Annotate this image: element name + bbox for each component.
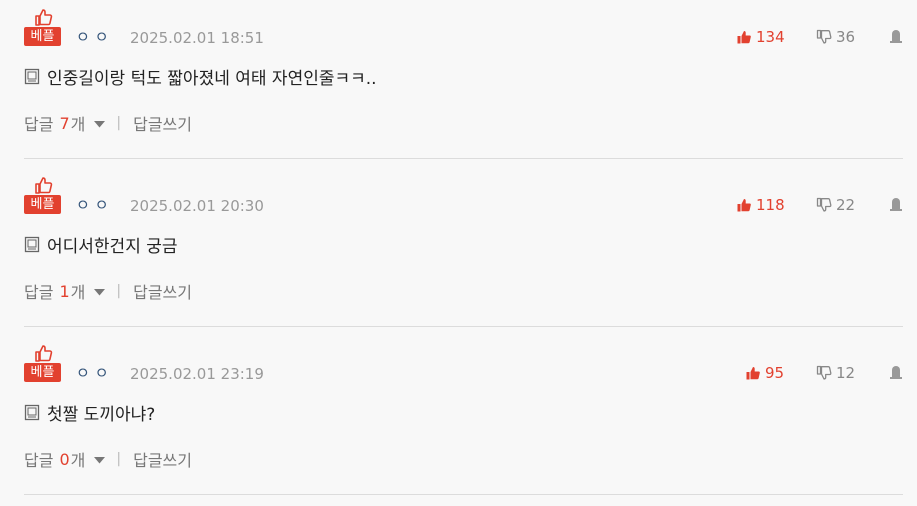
reply-count: 0 xyxy=(59,449,70,469)
thumbs-up-icon xyxy=(35,9,53,26)
reply-row: 답글 0 개 | 답글쓰기 xyxy=(24,447,192,471)
thumbs-up-icon xyxy=(35,345,53,362)
comment-item: 베플 ㅇㅇ 2025.02.01 18:51 134 36 인중길이랑 턱도 짧… xyxy=(0,0,917,168)
upvote-button[interactable]: 95 xyxy=(745,363,784,383)
downvote-count: 22 xyxy=(836,196,856,214)
downvote-count: 36 xyxy=(836,28,856,46)
downvote-icon xyxy=(816,197,832,212)
best-badge-label: 베플 xyxy=(24,363,61,382)
chevron-down-icon xyxy=(94,288,106,295)
comment-timestamp: 2025.02.01 23:19 xyxy=(130,365,264,383)
best-badge-label: 베플 xyxy=(24,27,61,46)
report-icon[interactable] xyxy=(888,197,904,213)
best-comment-badge: 베플 xyxy=(24,343,61,383)
reply-unit: 개 xyxy=(70,451,86,470)
best-comment-badge: 베플 xyxy=(24,7,61,47)
comment-text: 인중길이랑 턱도 짧아졌네 여태 자연인줄ㅋㅋ.. xyxy=(24,64,377,89)
author-nickname[interactable]: ㅇㅇ xyxy=(76,363,114,383)
comment-item: 베플 ㅇㅇ 2025.02.01 23:19 95 12 첫짤 도끼아냐? 답글… xyxy=(0,336,917,504)
divider xyxy=(24,326,903,327)
document-icon xyxy=(24,236,40,252)
reply-count: 7 xyxy=(59,113,70,133)
separator: | xyxy=(116,451,122,467)
chevron-down-icon xyxy=(94,120,106,127)
comment-text: 첫짤 도끼아냐? xyxy=(24,400,156,425)
comment-item: 베플 ㅇㅇ 2025.02.01 20:30 118 22 어디서한건지 궁금 … xyxy=(0,168,917,336)
separator: | xyxy=(116,283,122,299)
upvote-count: 118 xyxy=(756,196,785,214)
downvote-count: 12 xyxy=(836,364,856,382)
reply-unit: 개 xyxy=(70,283,86,302)
divider xyxy=(24,158,903,159)
reply-toggle[interactable]: 답글 7 개 xyxy=(24,111,106,135)
comment-text: 어디서한건지 궁금 xyxy=(24,232,178,257)
best-comment-badge: 베플 xyxy=(24,175,61,215)
report-icon[interactable] xyxy=(888,365,904,381)
reply-label: 답글 xyxy=(24,283,54,302)
upvote-button[interactable]: 118 xyxy=(736,195,785,215)
upvote-count: 95 xyxy=(765,364,785,382)
reply-count: 1 xyxy=(59,281,70,301)
reply-label: 답글 xyxy=(24,115,54,134)
report-icon[interactable] xyxy=(888,29,904,45)
write-reply-button[interactable]: 답글쓰기 xyxy=(133,111,192,135)
comment-content: 어디서한건지 궁금 xyxy=(47,236,178,257)
author-nickname[interactable]: ㅇㅇ xyxy=(76,195,114,215)
best-badge-label: 베플 xyxy=(24,195,61,214)
chevron-down-icon xyxy=(94,456,106,463)
document-icon xyxy=(24,404,40,420)
reply-row: 답글 7 개 | 답글쓰기 xyxy=(24,111,192,135)
upvote-icon xyxy=(737,31,751,44)
upvote-icon xyxy=(746,367,760,380)
author-nickname[interactable]: ㅇㅇ xyxy=(76,27,114,47)
reply-row: 답글 1 개 | 답글쓰기 xyxy=(24,279,192,303)
reply-toggle[interactable]: 답글 0 개 xyxy=(24,447,106,471)
document-icon xyxy=(24,68,40,84)
comment-content: 인중길이랑 턱도 짧아졌네 여태 자연인줄ㅋㅋ.. xyxy=(47,68,377,89)
reply-unit: 개 xyxy=(70,115,86,134)
upvote-button[interactable]: 134 xyxy=(736,27,785,47)
comment-timestamp: 2025.02.01 20:30 xyxy=(130,197,264,215)
comment-timestamp: 2025.02.01 18:51 xyxy=(130,29,264,47)
thumbs-up-icon xyxy=(35,177,53,194)
downvote-button[interactable]: 22 xyxy=(816,195,855,215)
comment-list: 베플 ㅇㅇ 2025.02.01 18:51 134 36 인중길이랑 턱도 짧… xyxy=(0,0,917,506)
downvote-icon xyxy=(816,365,832,380)
upvote-count: 134 xyxy=(756,28,785,46)
downvote-button[interactable]: 12 xyxy=(816,363,855,383)
write-reply-button[interactable]: 답글쓰기 xyxy=(133,447,192,471)
comment-content: 첫짤 도끼아냐? xyxy=(47,404,156,425)
upvote-icon xyxy=(737,199,751,212)
write-reply-button[interactable]: 답글쓰기 xyxy=(133,279,192,303)
downvote-icon xyxy=(816,29,832,44)
reply-toggle[interactable]: 답글 1 개 xyxy=(24,279,106,303)
separator: | xyxy=(116,115,122,131)
divider xyxy=(24,494,903,495)
reply-label: 답글 xyxy=(24,451,54,470)
downvote-button[interactable]: 36 xyxy=(816,27,855,47)
